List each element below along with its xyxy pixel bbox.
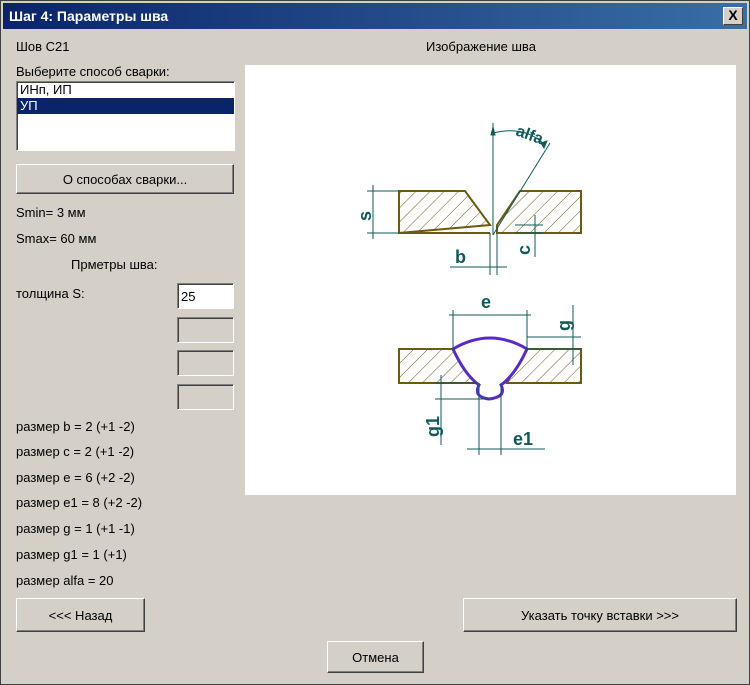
insert-point-button[interactable]: Указать точку вставки >>> <box>463 598 737 632</box>
welding-method-list[interactable]: ИНп, ИП УП <box>16 81 235 151</box>
param-field-3 <box>177 350 234 376</box>
window-title: Шаг 4: Параметры шва <box>9 8 169 24</box>
label-g1: g1 <box>423 416 443 437</box>
size-b: размер b = 2 (+1 -2) <box>16 419 135 434</box>
smin-text: Smin= 3 мм <box>16 205 86 220</box>
label-e: e <box>481 292 491 312</box>
param-field-2 <box>177 317 234 343</box>
param-field-4 <box>177 384 234 410</box>
left-plate-top <box>398 190 492 235</box>
seam-drawing: alfa s b c e g g1 e1 <box>245 65 736 495</box>
size-g1: размер g1 = 1 (+1) <box>16 547 127 562</box>
close-button[interactable]: X <box>723 7 743 25</box>
list-item-selected[interactable]: УП <box>17 98 234 114</box>
image-caption: Изображение шва <box>426 39 536 54</box>
thickness-field[interactable] <box>177 283 234 309</box>
seam-drawing-svg: alfa s b c e g g1 e1 <box>355 123 582 455</box>
title-bar[interactable]: Шаг 4: Параметры шва X <box>3 3 747 29</box>
list-item[interactable]: ИНп, ИП <box>17 82 234 98</box>
about-methods-button[interactable]: О способах сварки... <box>16 164 234 194</box>
label-s: s <box>355 211 375 221</box>
dialog-window: Шаг 4: Параметры шва X Шов С21 Изображен… <box>0 0 750 685</box>
size-e: размер e = 6 (+2 -2) <box>16 470 135 485</box>
method-label: Выберите способ сварки: <box>16 64 170 79</box>
seam-name: Шов С21 <box>16 39 70 54</box>
label-e1: e1 <box>513 429 533 449</box>
smax-text: Smax= 60 мм <box>16 231 97 246</box>
size-alfa: размер alfa = 20 <box>16 573 114 588</box>
label-b: b <box>455 247 466 267</box>
right-plate-top <box>496 190 582 234</box>
size-g: размер g = 1 (+1 -1) <box>16 521 135 536</box>
size-c: размер c = 2 (+1 -2) <box>16 444 135 459</box>
weld-bead <box>451 336 529 401</box>
size-e1: размер e1 = 8 (+2 -2) <box>16 495 143 510</box>
label-c: c <box>514 245 534 255</box>
back-button[interactable]: <<< Назад <box>16 598 145 632</box>
thickness-label: толщина S: <box>16 286 85 301</box>
label-g: g <box>554 320 574 331</box>
params-heading: Прметры шва: <box>71 257 158 272</box>
label-alfa: alfa <box>514 123 546 148</box>
thickness-input[interactable] <box>178 284 221 306</box>
cancel-button[interactable]: Отмена <box>327 641 424 673</box>
